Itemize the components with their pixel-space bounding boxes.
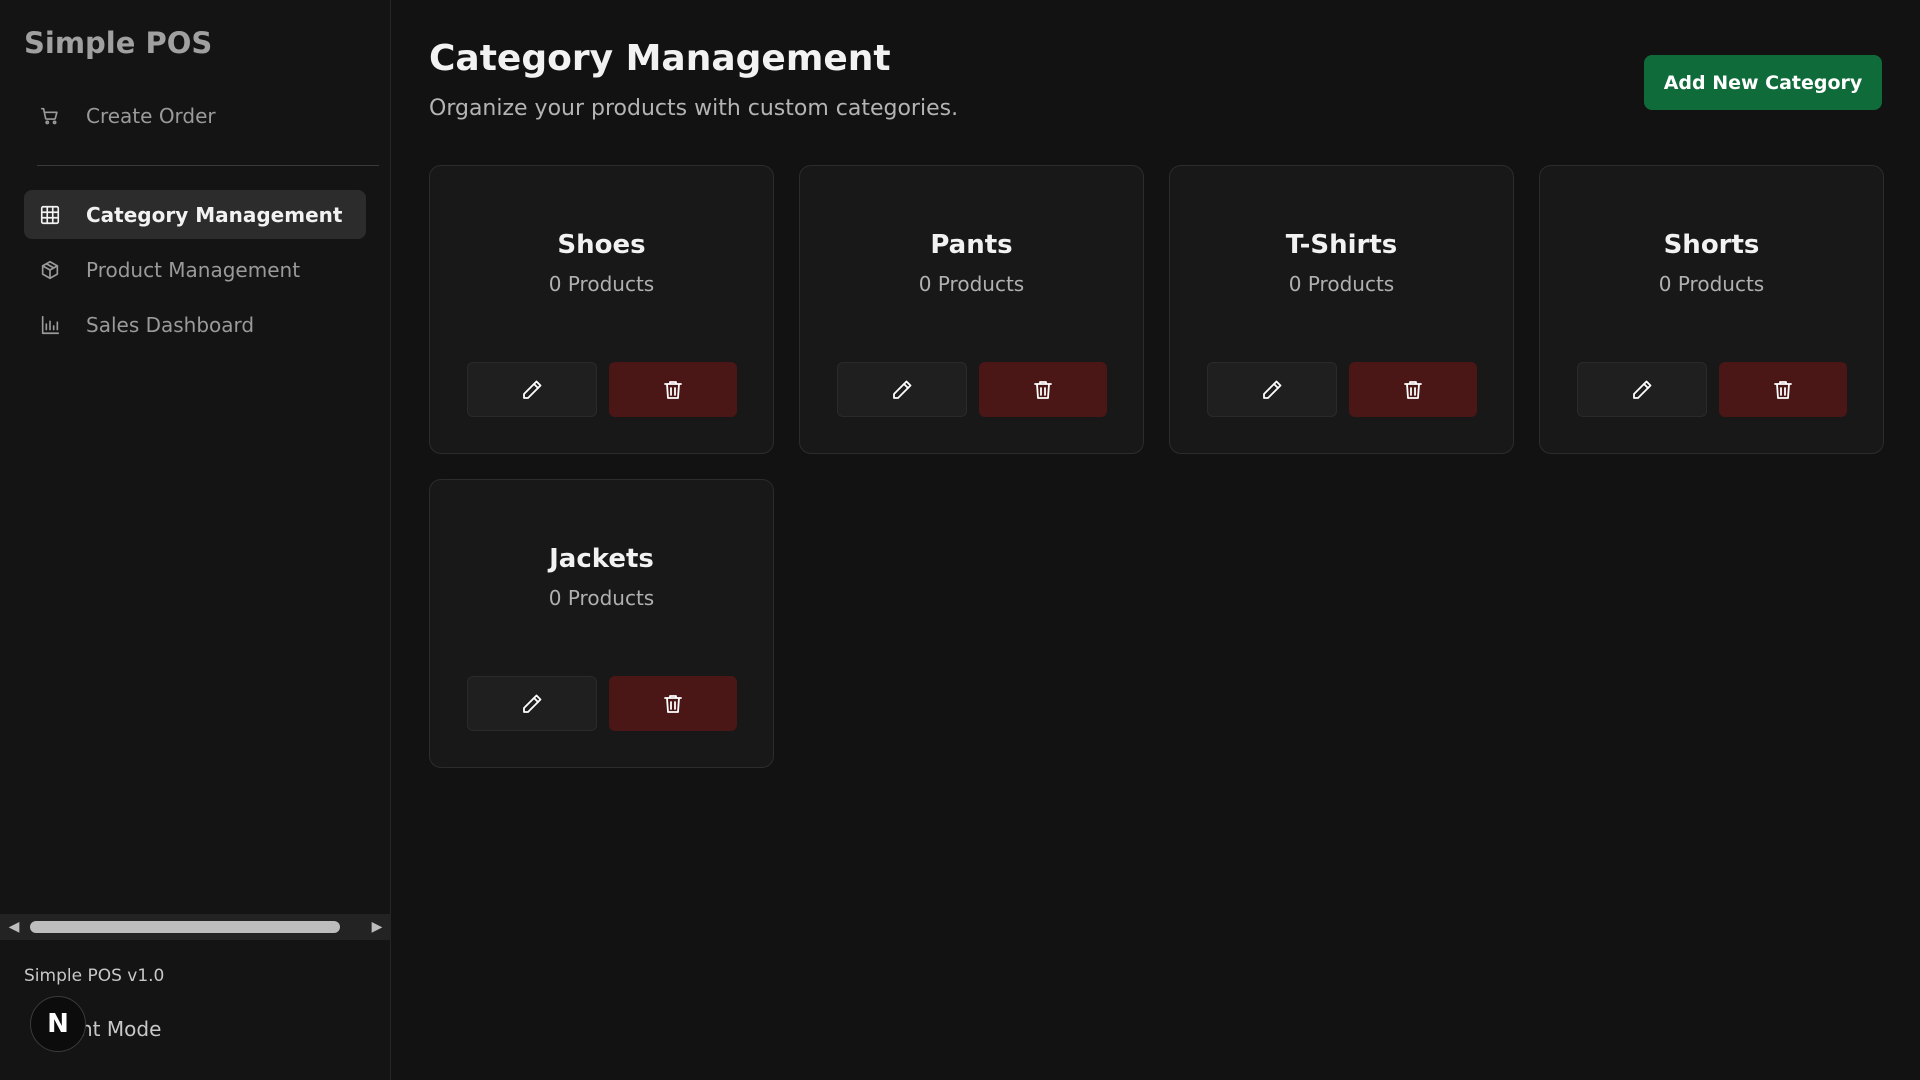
scroll-left-arrow-icon[interactable]: ◀	[2, 914, 26, 940]
add-new-category-button[interactable]: Add New Category	[1644, 55, 1882, 110]
sidebar-item-product-management[interactable]: Product Management	[24, 245, 366, 294]
category-name: Shorts	[1663, 230, 1760, 260]
bar-chart-icon	[38, 313, 62, 337]
page-subtitle: Organize your products with custom categ…	[429, 96, 959, 121]
card-actions	[467, 362, 737, 417]
delete-category-button[interactable]	[979, 362, 1107, 417]
trash-icon	[1034, 380, 1052, 399]
page-title: Category Management	[429, 38, 891, 79]
category-product-count: 0 Products	[548, 272, 655, 296]
sidebar-item-label: Category Management	[86, 202, 343, 227]
card-actions	[467, 676, 737, 731]
card-actions	[837, 362, 1107, 417]
trash-icon	[1404, 380, 1422, 399]
delete-category-button[interactable]	[1719, 362, 1847, 417]
box-icon	[38, 258, 62, 282]
trash-icon	[664, 380, 682, 399]
category-name: Shoes	[557, 230, 646, 260]
sidebar-item-sales-dashboard[interactable]: Sales Dashboard	[24, 300, 366, 349]
card-actions	[1207, 362, 1477, 417]
cart-icon	[38, 104, 62, 128]
sidebar-horizontal-scrollbar[interactable]: ◀ ▶	[0, 914, 391, 940]
grid-icon	[38, 203, 62, 227]
pencil-icon	[893, 380, 912, 399]
category-product-count: 0 Products	[1658, 272, 1765, 296]
dev-indicator-badge[interactable]: N	[30, 996, 86, 1052]
category-card: Jackets 0 Products	[429, 479, 774, 768]
pencil-icon	[523, 380, 542, 399]
delete-category-button[interactable]	[609, 362, 737, 417]
sidebar-item-label: Sales Dashboard	[86, 312, 255, 337]
category-name: Pants	[930, 230, 1013, 260]
pencil-icon	[1263, 380, 1282, 399]
main-content: Category Management Organize your produc…	[391, 0, 1920, 1080]
edit-category-button[interactable]	[467, 676, 597, 731]
sidebar-item-category-management[interactable]: Category Management	[24, 190, 366, 239]
category-product-count: 0 Products	[1288, 272, 1395, 296]
sidebar-divider	[37, 165, 379, 166]
app-brand: Simple POS	[24, 26, 213, 60]
scroll-right-arrow-icon[interactable]: ▶	[365, 914, 389, 940]
edit-category-button[interactable]	[1207, 362, 1337, 417]
sidebar-item-create-order[interactable]: Create Order	[24, 91, 366, 140]
category-grid: Shoes 0 Products Pants 0 Products T-Shir…	[429, 165, 1884, 768]
category-product-count: 0 Products	[548, 586, 655, 610]
category-card: Shorts 0 Products	[1539, 165, 1884, 454]
trash-icon	[664, 694, 682, 713]
sidebar-item-label: Product Management	[86, 257, 301, 282]
sidebar-item-label: Create Order	[86, 103, 216, 128]
app-version: Simple POS v1.0	[24, 966, 165, 986]
theme-mode-toggle[interactable]: nt Mode	[80, 1017, 161, 1041]
category-card: Pants 0 Products	[799, 165, 1144, 454]
scrollbar-thumb[interactable]	[30, 921, 340, 933]
edit-category-button[interactable]	[467, 362, 597, 417]
category-name: T-Shirts	[1285, 230, 1398, 260]
edit-category-button[interactable]	[837, 362, 967, 417]
category-name: Jackets	[549, 544, 654, 574]
delete-category-button[interactable]	[609, 676, 737, 731]
pencil-icon	[523, 694, 542, 713]
category-card: Shoes 0 Products	[429, 165, 774, 454]
sidebar: Simple POS Create Order Category Managem…	[0, 0, 391, 1080]
pencil-icon	[1633, 380, 1652, 399]
delete-category-button[interactable]	[1349, 362, 1477, 417]
category-product-count: 0 Products	[918, 272, 1025, 296]
card-actions	[1577, 362, 1847, 417]
trash-icon	[1774, 380, 1792, 399]
edit-category-button[interactable]	[1577, 362, 1707, 417]
category-card: T-Shirts 0 Products	[1169, 165, 1514, 454]
